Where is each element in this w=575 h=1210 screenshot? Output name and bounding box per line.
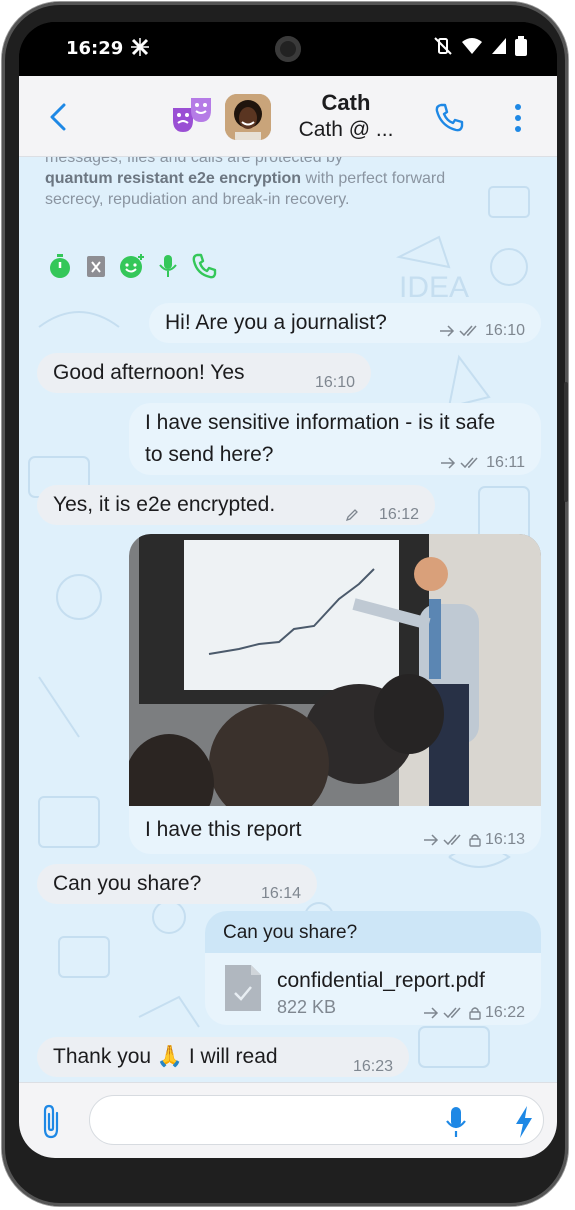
message-bubble-outgoing-file[interactable]: Can you share? confidential_report.pdf 8… [205,911,541,1025]
message-meta: 16:14 [261,878,301,910]
message-bubble-incoming[interactable]: Can you share? 16:14 [37,864,317,904]
message-bubble-incoming[interactable]: Good afternoon! Yes 16:10 [37,353,371,393]
message-text: Hi! Are you a journalist? [165,311,387,334]
message-bubble-incoming[interactable]: Yes, it is e2e encrypted. 16:12 [37,485,435,525]
forward-arrow-icon [441,457,456,469]
info-bold: quantum resistant e2e encryption [45,170,302,187]
reactions-icon[interactable] [119,253,145,279]
x-shaped-notification-icon [131,38,149,56]
message-text: I have this report [145,818,302,841]
front-camera [275,36,301,62]
side-button [564,382,568,502]
document-file-icon[interactable] [223,963,263,1013]
lock-icon [469,834,481,847]
contact-subtitle: Cath @ ... [298,118,394,141]
voice-message-icon[interactable] [155,253,181,279]
message-time: 16:11 [486,454,525,471]
chat-area[interactable]: IDEA messages, files and calls are prote… [19,157,557,1082]
svg-text:IDEA: IDEA [399,271,469,304]
more-options-icon[interactable] [509,102,527,134]
message-text: Can you share? [53,872,202,895]
quoted-message[interactable]: Can you share? [205,911,541,953]
message-time: 16:13 [484,831,525,848]
message-bubble-incoming[interactable]: Thank you 🙏 I will read 16:23 [37,1037,409,1077]
message-text: Good afternoon! Yes [53,361,245,384]
message-meta: 16:13 [423,824,525,856]
status-bar: 16:29 [19,22,557,76]
muted-vibration-icon [434,37,452,55]
message-time: 16:14 [260,885,301,902]
phone-frame: 16:29 Cath Cath @ ... IDEA messages, fil… [2,2,568,1206]
delivered-checks-icon [443,834,461,846]
message-time: 16:23 [352,1058,393,1075]
avatar-photo [225,94,271,140]
message-meta: 16:12 [345,499,419,531]
message-text: Yes, it is e2e encrypted. [53,493,276,516]
incognito-masks-icon[interactable] [171,96,215,136]
attachment-paperclip-icon[interactable] [39,1103,65,1139]
forward-arrow-icon [423,1007,439,1019]
status-icons [433,36,527,56]
signal-icon [492,38,506,54]
lock-icon [469,1007,481,1020]
encryption-info: messages, files and calls are protected … [45,157,465,210]
message-input[interactable] [89,1095,544,1145]
delete-for-everyone-icon[interactable] [83,253,109,279]
message-text: Thank you 🙏 I will read [53,1045,278,1068]
message-meta: 16:23 [353,1051,393,1082]
contact-avatar[interactable] [225,94,271,140]
delivered-checks-icon [443,1007,461,1019]
back-arrow-icon[interactable] [47,102,69,132]
message-time: 16:10 [484,322,525,339]
battery-icon [515,36,527,56]
message-composer [19,1082,557,1158]
forward-arrow-icon [423,834,439,846]
audio-call-icon[interactable] [191,253,217,279]
message-bubble-outgoing[interactable]: I have sensitive information - is it saf… [129,403,541,475]
feature-icons-row [47,253,217,279]
presentation-photo[interactable] [129,534,541,806]
message-meta: 16:10 [439,315,525,347]
screen: 16:29 Cath Cath @ ... IDEA messages, fil… [19,22,557,1158]
forward-arrow-icon [439,325,455,337]
message-bubble-outgoing-image[interactable]: I have this report 16:13 [129,534,541,854]
chat-header: Cath Cath @ ... [19,76,557,157]
delivered-checks-icon [459,325,477,337]
info-line: messages, files and calls are protected … [45,157,343,166]
status-time: 16:29 [66,38,124,59]
edited-pencil-icon [345,509,358,522]
contact-name: Cath [321,90,371,115]
message-meta: 16:22 [423,997,525,1025]
quoted-text: Can you share? [223,922,358,943]
delivered-checks-icon [460,457,478,469]
message-time: 16:10 [314,374,355,391]
message-bubble-outgoing[interactable]: Hi! Are you a journalist? 16:10 [149,303,541,343]
phone-call-icon[interactable] [433,102,465,134]
message-time: 16:12 [378,506,419,523]
contact-title[interactable]: Cath Cath @ ... [281,90,411,142]
message-time: 16:22 [484,1004,525,1021]
message-meta: 16:11 [440,447,525,479]
file-size: 822 KB [277,997,337,1017]
microphone-icon[interactable] [445,1105,467,1139]
timer-icon[interactable] [47,253,73,279]
wifi-icon [462,38,482,54]
message-meta: 16:10 [315,367,355,399]
lightning-bolt-icon[interactable] [513,1105,535,1139]
